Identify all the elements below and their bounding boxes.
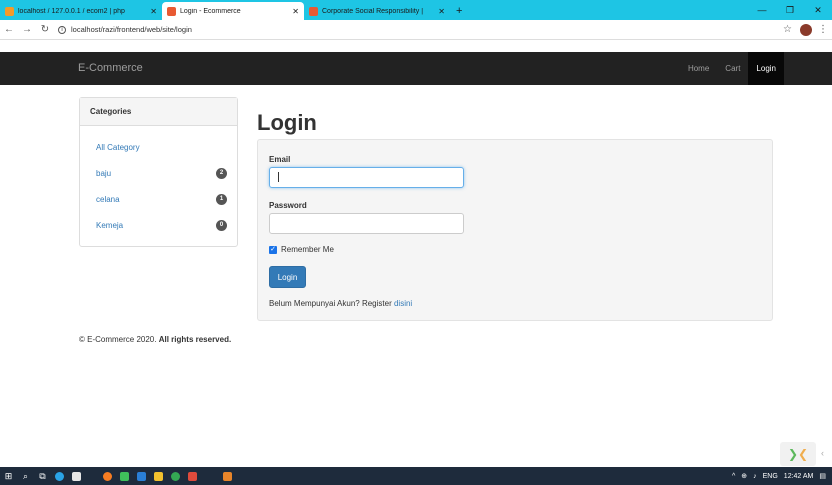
app-orange-icon[interactable]: [219, 467, 236, 485]
app-red-icon[interactable]: [184, 467, 201, 485]
search-icon[interactable]: ⌕: [17, 467, 34, 485]
firefox-icon[interactable]: [99, 467, 116, 485]
tab-label: localhost / 127.0.0.1 / ecom2 | php: [18, 7, 125, 15]
clock[interactable]: 12:42 AM: [784, 473, 814, 480]
category-label[interactable]: Kemeja: [96, 221, 123, 230]
tab-login-ecommerce[interactable]: Login - Ecommerce ✕: [162, 2, 304, 20]
reload-icon[interactable]: ↻: [36, 24, 54, 35]
footer: © E-Commerce 2020. All rights reserved.: [79, 335, 231, 344]
password-input[interactable]: [269, 213, 464, 234]
text-caret: [278, 172, 279, 182]
login-button[interactable]: Login: [269, 266, 306, 288]
close-tab-icon[interactable]: ✕: [438, 7, 445, 16]
yii-favicon-icon: [167, 6, 176, 16]
close-window-icon[interactable]: ✕: [804, 0, 832, 20]
email-label: Email: [269, 155, 291, 164]
volume-icon[interactable]: ♪: [753, 473, 757, 480]
yii-favicon-icon: [309, 6, 318, 16]
category-list: All Category baju 2 celana 1 Kemeja 0: [80, 126, 237, 238]
footer-copyright: © E-Commerce 2020.: [79, 335, 157, 344]
nav-links: Home Cart Login: [680, 52, 784, 85]
category-label[interactable]: celana: [96, 195, 120, 204]
store-icon[interactable]: [68, 467, 85, 485]
profile-avatar-icon[interactable]: [800, 23, 812, 36]
remember-me-checkbox[interactable]: ✓: [269, 246, 277, 254]
email-input[interactable]: [269, 167, 464, 188]
close-tab-icon[interactable]: ✕: [150, 7, 157, 16]
info-icon[interactable]: i: [58, 25, 66, 34]
network-icon[interactable]: ⊕: [741, 472, 747, 480]
bookmark-star-icon[interactable]: ☆: [783, 24, 792, 35]
url-text[interactable]: localhost/razi/frontend/web/site/login: [71, 25, 192, 34]
browser-menu-icon[interactable]: ⋮: [818, 24, 828, 35]
edge-icon[interactable]: [51, 467, 68, 485]
browser-tab-bar: localhost / 127.0.0.1 / ecom2 | php ✕ Lo…: [0, 0, 832, 20]
forward-arrow-icon[interactable]: →: [18, 24, 36, 35]
windows-taskbar: ⊞ ⌕ ⧉ ^ ⊕ ♪ ENG 12:42 AM ▤: [0, 467, 832, 485]
footer-rights: All rights reserved.: [158, 335, 232, 344]
chrome-icon[interactable]: [167, 467, 184, 485]
chevron-left-icon[interactable]: ‹: [821, 448, 824, 458]
category-item-baju[interactable]: baju 2: [96, 160, 227, 186]
register-prompt: Belum Mempunyai Akun? Register disini: [269, 299, 412, 308]
register-link[interactable]: disini: [394, 299, 412, 308]
yii-debug-toolbar-button[interactable]: ❯ ❮ ‹: [780, 442, 824, 466]
category-label[interactable]: baju: [96, 169, 111, 178]
notifications-icon[interactable]: ▤: [819, 472, 826, 480]
window-controls: — ❐ ✕: [748, 0, 832, 20]
input-language[interactable]: ENG: [763, 473, 778, 480]
register-text: Belum Mempunyai Akun? Register: [269, 299, 392, 308]
category-label[interactable]: All Category: [96, 143, 140, 152]
category-item-all[interactable]: All Category: [96, 134, 227, 160]
site-navbar: E-Commerce Home Cart Login: [0, 52, 832, 85]
category-item-celana[interactable]: celana 1: [96, 186, 227, 212]
page-title: Login: [257, 110, 317, 135]
categories-heading: Categories: [80, 98, 237, 126]
close-tab-icon[interactable]: ✕: [292, 7, 299, 16]
minimize-icon[interactable]: —: [748, 0, 776, 20]
nav-home[interactable]: Home: [680, 52, 717, 85]
back-arrow-icon[interactable]: ←: [0, 24, 18, 35]
restore-icon[interactable]: ❐: [776, 0, 804, 20]
yii-logo-icon: ❮: [798, 447, 809, 461]
nav-login[interactable]: Login: [748, 52, 784, 85]
tab-label: Corporate Social Responsibility |: [322, 7, 424, 15]
count-badge: 1: [216, 193, 227, 205]
tab-label: Login - Ecommerce: [180, 7, 241, 15]
brand-link[interactable]: E-Commerce: [78, 62, 143, 74]
mail-icon[interactable]: [133, 467, 150, 485]
file-explorer-icon[interactable]: [150, 467, 167, 485]
windows-start-icon[interactable]: ⊞: [0, 467, 17, 485]
app-green-icon[interactable]: [116, 467, 133, 485]
yii-logo-icon: ❯: [787, 447, 798, 461]
task-view-icon[interactable]: ⧉: [34, 467, 51, 485]
password-label: Password: [269, 201, 307, 210]
new-tab-button[interactable]: +: [450, 2, 468, 20]
tray-chevron-up-icon[interactable]: ^: [732, 473, 735, 480]
url-field[interactable]: i localhost/razi/frontend/web/site/login: [58, 25, 783, 34]
phpmyadmin-favicon-icon: [5, 6, 14, 16]
remember-me-label[interactable]: Remember Me: [281, 245, 334, 254]
count-badge: 2: [216, 167, 227, 179]
address-bar: ← → ↻ i localhost/razi/frontend/web/site…: [0, 20, 832, 40]
nav-cart[interactable]: Cart: [717, 52, 748, 85]
categories-panel: Categories All Category baju 2 celana 1 …: [79, 97, 238, 247]
tab-phpmyadmin[interactable]: localhost / 127.0.0.1 / ecom2 | php ✕: [0, 2, 162, 20]
category-item-kemeja[interactable]: Kemeja 0: [96, 212, 227, 238]
tab-csr[interactable]: Corporate Social Responsibility | ✕: [304, 2, 450, 20]
system-tray: ^ ⊕ ♪ ENG 12:42 AM ▤: [732, 467, 832, 485]
count-badge: 0: [216, 219, 227, 231]
